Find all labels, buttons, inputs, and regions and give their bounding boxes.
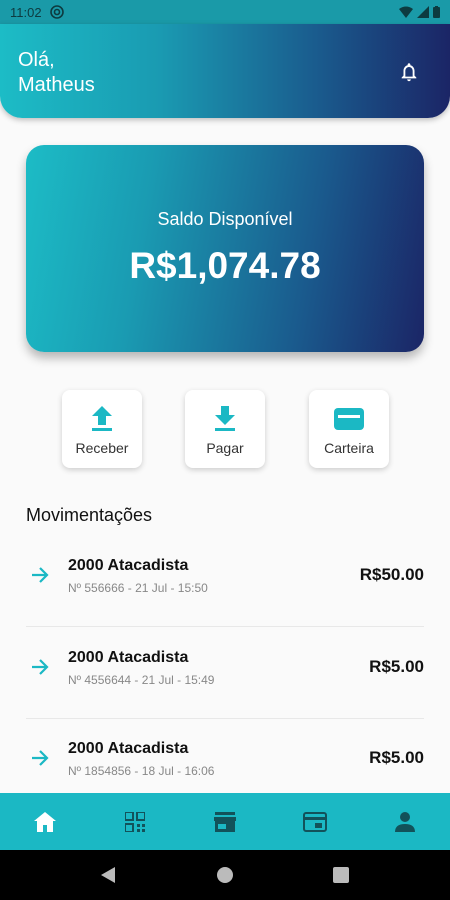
transaction-subtitle: Nº 4556644 - 21 Jul - 15:49 <box>68 673 215 687</box>
status-icons <box>399 6 440 18</box>
pay-label: Pagar <box>206 440 244 456</box>
greeting: Olá, Matheus <box>18 48 95 98</box>
at-sign-icon <box>49 5 64 19</box>
pay-button[interactable]: Pagar <box>185 390 265 468</box>
greeting-line1: Olá, <box>18 49 55 71</box>
user-name: Matheus <box>18 74 95 96</box>
nav-profile[interactable] <box>385 802 425 842</box>
account-balance-icon <box>303 811 327 832</box>
recents-icon[interactable] <box>333 867 349 883</box>
qr-code-icon <box>125 811 145 832</box>
status-time: 11:02 <box>10 4 42 20</box>
transactions-title: Movimentações <box>26 505 153 525</box>
download-icon <box>215 406 235 431</box>
status-bar: 11:02 <box>0 0 450 24</box>
transaction-subtitle: Nº 556666 - 21 Jul - 15:50 <box>68 581 208 595</box>
nav-store[interactable] <box>205 802 245 842</box>
balance-label: Saldo Disponível <box>157 209 293 229</box>
transaction-amount: R$5.00 <box>369 748 424 767</box>
receive-label: Receber <box>75 440 129 456</box>
balance-value: R$1,074.78 <box>129 245 321 286</box>
transaction-title: 2000 Atacadista <box>68 557 189 574</box>
transaction-amount: R$5.00 <box>369 657 424 676</box>
balance-card: Saldo Disponível R$1,074.78 <box>26 145 424 352</box>
signal-icon <box>417 6 429 18</box>
transaction-title: 2000 Atacadista <box>68 649 189 666</box>
nav-qr-code[interactable] <box>115 802 155 842</box>
nav-account-balance[interactable] <box>295 802 335 842</box>
app-header: Olá, Matheus <box>0 24 450 118</box>
transaction-title: 2000 Atacadista <box>68 740 189 757</box>
nav-home[interactable] <box>25 802 65 842</box>
transaction-amount: R$50.00 <box>359 565 424 584</box>
home-circle-icon[interactable] <box>217 867 233 883</box>
upload-icon <box>92 406 112 431</box>
receive-button[interactable]: Receber <box>62 390 142 468</box>
bell-icon[interactable] <box>398 61 420 83</box>
person-icon <box>395 811 415 832</box>
wallet-label: Carteira <box>324 440 374 456</box>
wallet-card-icon <box>334 408 364 430</box>
transaction-item[interactable]: 2000 Atacadista Nº 556666 - 21 Jul - 15:… <box>26 535 424 625</box>
wifi-icon <box>399 6 413 18</box>
bottom-nav <box>0 793 450 850</box>
arrow-right-icon <box>32 659 49 675</box>
wallet-button[interactable]: Carteira <box>309 390 389 468</box>
battery-icon <box>433 6 440 18</box>
home-icon <box>34 811 56 832</box>
transaction-subtitle: Nº 1854856 - 18 Jul - 16:06 <box>68 764 215 778</box>
system-nav-bar <box>0 850 450 900</box>
arrow-right-icon <box>32 567 49 583</box>
store-icon <box>214 811 236 832</box>
arrow-right-icon <box>32 750 49 766</box>
transaction-item[interactable]: 2000 Atacadista Nº 4556644 - 21 Jul - 15… <box>26 627 424 717</box>
back-icon[interactable] <box>101 867 117 883</box>
